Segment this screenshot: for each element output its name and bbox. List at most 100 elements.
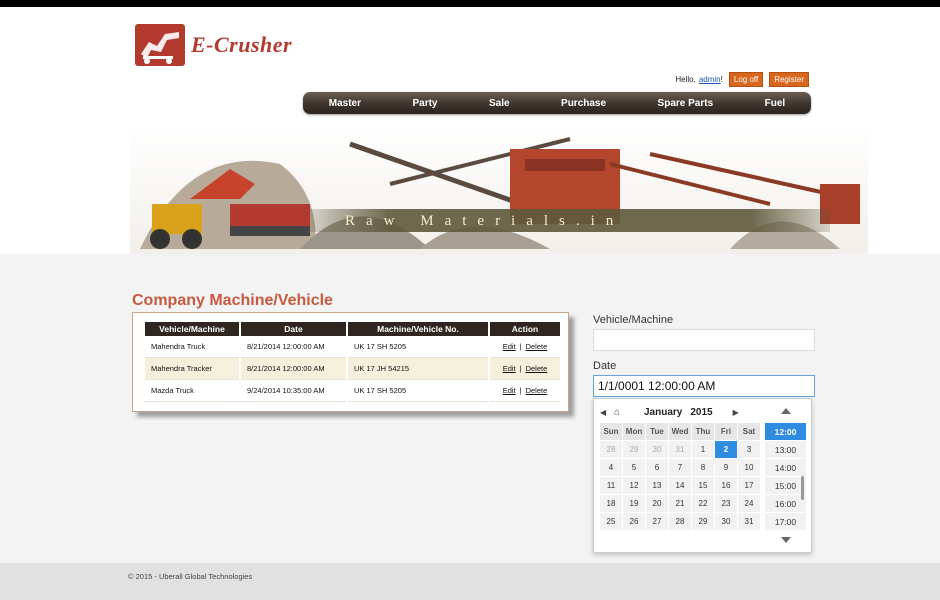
nav-item-spare-parts[interactable]: Spare Parts bbox=[658, 98, 714, 109]
user-link[interactable]: admin bbox=[699, 75, 721, 84]
time-option[interactable]: 12:00 bbox=[765, 423, 806, 440]
login-area: Hello, admin ! Log off Register bbox=[675, 72, 809, 87]
calendar-day[interactable]: 31 bbox=[669, 441, 691, 458]
time-scroll-down-icon[interactable] bbox=[781, 537, 791, 543]
nav-item-party[interactable]: Party bbox=[412, 98, 437, 109]
time-scrollbar[interactable] bbox=[801, 476, 804, 500]
calendar-day[interactable]: 30 bbox=[715, 513, 737, 530]
calendar-day[interactable]: 28 bbox=[600, 441, 622, 458]
footer: © 2015 - Uberall Global Technologies bbox=[0, 563, 940, 600]
calendar-day[interactable]: 26 bbox=[623, 513, 645, 530]
table-row: Mazda Truck 9/24/2014 10:35:00 AM UK 17 … bbox=[145, 380, 560, 402]
date-label: Date bbox=[593, 360, 617, 372]
cell-date: 8/21/2014 12:00:00 AM bbox=[241, 358, 346, 380]
calendar-day[interactable]: 27 bbox=[646, 513, 668, 530]
calendar-day[interactable]: 14 bbox=[669, 477, 691, 494]
edit-link[interactable]: Edit bbox=[503, 342, 516, 351]
calendar-day[interactable]: 22 bbox=[692, 495, 714, 512]
calendar-day[interactable]: 5 bbox=[623, 459, 645, 476]
time-option[interactable]: 14:00 bbox=[765, 459, 806, 476]
calendar-day[interactable]: 10 bbox=[738, 459, 760, 476]
greeting-text: Hello, bbox=[675, 75, 696, 84]
calendar-month[interactable]: January bbox=[644, 407, 682, 418]
footer-text: © 2015 - Uberall Global Technologies bbox=[128, 572, 253, 581]
weekday-header: Tue bbox=[646, 423, 668, 440]
delete-link[interactable]: Delete bbox=[526, 386, 548, 395]
calendar-day[interactable]: 28 bbox=[669, 513, 691, 530]
cell-vehicle: Mahendra Truck bbox=[145, 336, 239, 358]
greeting-suffix: ! bbox=[720, 75, 723, 84]
logoff-button[interactable]: Log off bbox=[728, 72, 764, 87]
nav-item-fuel[interactable]: Fuel bbox=[765, 98, 786, 109]
brand-name: E-Crusher bbox=[191, 32, 293, 57]
calendar-day[interactable]: 23 bbox=[715, 495, 737, 512]
calendar-day[interactable]: 20 bbox=[646, 495, 668, 512]
time-option[interactable]: 15:00 bbox=[765, 477, 806, 494]
calendar-day[interactable]: 18 bbox=[600, 495, 622, 512]
calendar-day[interactable]: 9 bbox=[715, 459, 737, 476]
calendar-day[interactable]: 6 bbox=[646, 459, 668, 476]
banner-text: Raw Materials.in bbox=[345, 213, 625, 229]
action-separator: | bbox=[519, 386, 522, 395]
time-option[interactable]: 17:00 bbox=[765, 513, 806, 530]
next-month-icon[interactable]: ▶ bbox=[733, 408, 743, 417]
time-scroll-up-icon[interactable] bbox=[781, 408, 791, 414]
nav-item-master[interactable]: Master bbox=[329, 98, 361, 109]
cell-actions: Edit | Delete bbox=[490, 358, 560, 380]
action-separator: | bbox=[519, 364, 522, 373]
vehicle-input[interactable] bbox=[593, 329, 815, 351]
calendar-day[interactable]: 29 bbox=[623, 441, 645, 458]
crusher-logo-icon bbox=[135, 24, 185, 66]
calendar-day[interactable]: 2 bbox=[715, 441, 737, 458]
header: E-Crusher Hello, admin ! Log off Registe… bbox=[0, 7, 940, 254]
machine-table-card: Vehicle/Machine Date Machine/Vehicle No.… bbox=[132, 312, 569, 412]
delete-link[interactable]: Delete bbox=[526, 364, 548, 373]
calendar-day[interactable]: 1 bbox=[692, 441, 714, 458]
main-nav: Master Party Sale Purchase Spare Parts F… bbox=[303, 92, 811, 114]
calendar-day[interactable]: 17 bbox=[738, 477, 760, 494]
calendar-day[interactable]: 7 bbox=[669, 459, 691, 476]
calendar-day[interactable]: 8 bbox=[692, 459, 714, 476]
calendar-day[interactable]: 12 bbox=[623, 477, 645, 494]
calendar-day[interactable]: 24 bbox=[738, 495, 760, 512]
calendar-day[interactable]: 30 bbox=[646, 441, 668, 458]
delete-link[interactable]: Delete bbox=[526, 342, 548, 351]
nav-item-purchase[interactable]: Purchase bbox=[561, 98, 606, 109]
date-input[interactable]: 1/1/0001 12:00:00 AM bbox=[593, 375, 815, 397]
calendar-day[interactable]: 3 bbox=[738, 441, 760, 458]
weekday-header: Wed bbox=[669, 423, 691, 440]
calendar-day[interactable]: 4 bbox=[600, 459, 622, 476]
calendar-year[interactable]: 2015 bbox=[690, 407, 712, 418]
column-header-number[interactable]: Machine/Vehicle No. bbox=[348, 322, 488, 336]
time-option[interactable]: 13:00 bbox=[765, 441, 806, 458]
home-icon[interactable]: ⌂ bbox=[614, 407, 624, 418]
weekday-header: Sat bbox=[738, 423, 760, 440]
calendar-day[interactable]: 13 bbox=[646, 477, 668, 494]
column-header-date[interactable]: Date bbox=[241, 322, 346, 336]
edit-link[interactable]: Edit bbox=[503, 386, 516, 395]
calendar-day[interactable]: 19 bbox=[623, 495, 645, 512]
calendar-day[interactable]: 15 bbox=[692, 477, 714, 494]
top-bar bbox=[0, 0, 940, 7]
calendar-day[interactable]: 29 bbox=[692, 513, 714, 530]
table-row: Mahendra Truck 8/21/2014 12:00:00 AM UK … bbox=[145, 336, 560, 358]
cell-actions: Edit | Delete bbox=[490, 380, 560, 402]
logo[interactable]: E-Crusher bbox=[135, 24, 292, 66]
prev-month-icon[interactable]: ◀ bbox=[600, 408, 610, 417]
time-option[interactable]: 16:00 bbox=[765, 495, 806, 512]
time-list: 12:00 13:00 14:00 15:00 16:00 17:00 bbox=[765, 423, 806, 531]
column-header-vehicle[interactable]: Vehicle/Machine bbox=[145, 322, 239, 336]
crusher-plant-illustration bbox=[130, 124, 868, 254]
weekday-header: Mon bbox=[623, 423, 645, 440]
vehicle-label: Vehicle/Machine bbox=[593, 314, 674, 326]
calendar-day[interactable]: 16 bbox=[715, 477, 737, 494]
cell-number: UK 17 SH 5205 bbox=[348, 336, 488, 358]
nav-item-sale[interactable]: Sale bbox=[489, 98, 510, 109]
calendar-day[interactable]: 25 bbox=[600, 513, 622, 530]
datetime-picker: ◀ ⌂ January 2015 ▶ Sun Mon Tue Wed Thu Fri Sat… bbox=[593, 398, 812, 553]
register-button[interactable]: Register bbox=[769, 72, 809, 87]
edit-link[interactable]: Edit bbox=[503, 364, 516, 373]
calendar-day[interactable]: 21 bbox=[669, 495, 691, 512]
calendar-day[interactable]: 31 bbox=[738, 513, 760, 530]
calendar-day[interactable]: 11 bbox=[600, 477, 622, 494]
